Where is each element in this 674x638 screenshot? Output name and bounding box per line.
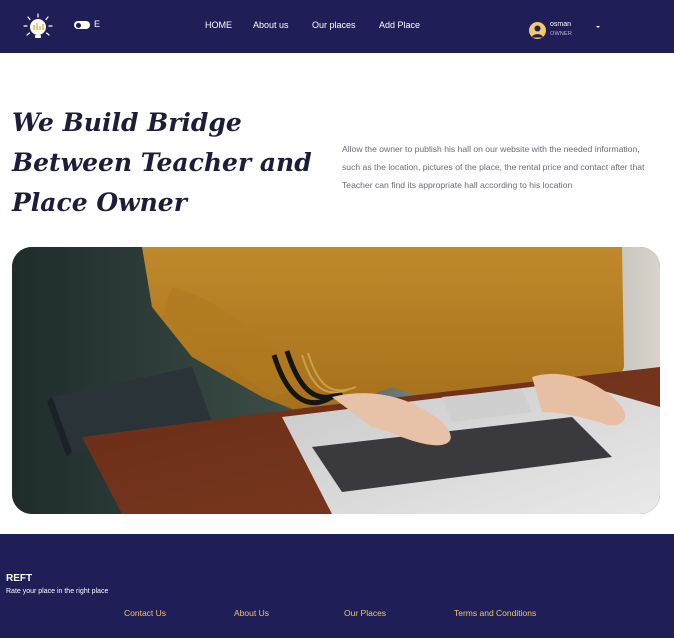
footer-brand: REFT [6,573,33,584]
language-toggle[interactable] [74,21,90,29]
hero-description: Allow the owner to publish his hall on o… [342,144,645,190]
footer-contact-link[interactable]: Contact Us [124,608,166,618]
nav-add-place-link[interactable]: Add Place [379,20,420,30]
user-avatar-icon[interactable] [529,22,546,39]
nav-home-link[interactable]: HOME [205,20,232,30]
caret-down-icon[interactable] [596,26,600,28]
toggle-knob [76,22,81,28]
footer-terms-link[interactable]: Terms and Conditions [454,608,536,618]
nav-about-link[interactable]: About us [253,20,289,30]
nav-our-places-link[interactable]: Our places [312,20,356,30]
footer-about-link[interactable]: About Us [234,608,269,618]
footer-tagline: Rate your place in the right place [6,588,109,595]
footer: REFT Rate your place in the right place … [0,534,674,638]
hands-typing-laptop-photo [12,247,660,514]
hero-title-line: Place Owner [12,188,187,217]
top-navbar: E HOME About us Our places Add Place osm… [0,0,674,53]
footer-places-link[interactable]: Our Places [344,608,386,618]
user-name: osman [550,21,572,28]
hero-title-line: Between Teacher and [12,148,312,177]
hero-title-line: We Build Bridge [12,108,242,137]
user-role: OWNER [550,31,573,37]
lightbulb-logo-icon[interactable] [22,13,54,41]
hero-title: We Build Bridge Between Teacher and Plac… [12,103,322,223]
toggle-label: E [94,19,101,29]
